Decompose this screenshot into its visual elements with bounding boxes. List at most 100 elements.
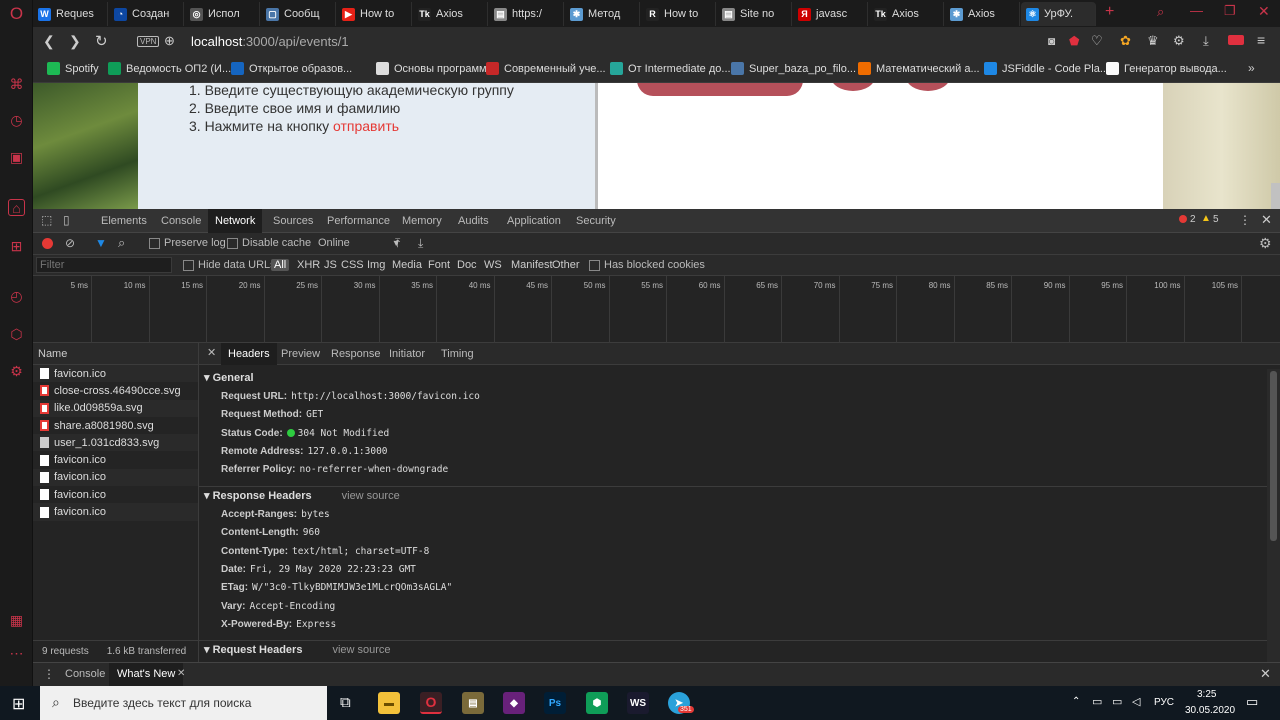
scrollbar-thumb[interactable] (1270, 371, 1277, 541)
request-row[interactable]: favicon.ico (33, 486, 198, 503)
name-column-header[interactable]: Name (33, 343, 198, 365)
maximize-icon[interactable]: ❐ (1224, 3, 1236, 19)
hide-data-urls-checkbox[interactable]: Hide data URLs (183, 259, 276, 271)
browser-tab[interactable]: R How to (641, 2, 716, 26)
drawer-tab-whats-new[interactable]: What's New (109, 663, 184, 686)
view-source-link[interactable]: view source (342, 490, 400, 502)
twitch-icon[interactable]: ▣ (8, 149, 25, 166)
close-drawer-icon[interactable]: ✕ (1260, 666, 1271, 682)
crown-icon[interactable]: ♛ (1147, 33, 1159, 49)
request-row[interactable]: close-cross.46490cce.svg (33, 382, 198, 399)
browser-tab[interactable]: Tk Axios (413, 2, 488, 26)
taskbar-search[interactable]: ⌕ Введите здесь текст для поиска (40, 686, 327, 720)
devtools-close-icon[interactable]: ✕ (1261, 212, 1272, 228)
request-row[interactable]: favicon.ico (33, 365, 198, 383)
windows-start-icon[interactable]: ⊞ (12, 694, 25, 714)
device-toggle-icon[interactable]: ▯ (63, 213, 70, 227)
like-button[interactable] (831, 83, 875, 91)
notifications-icon[interactable]: ▭ (1246, 694, 1258, 710)
bookmark-item[interactable]: JSFiddle - Code Pla... (984, 62, 1109, 75)
request-row[interactable]: user_1.031cd833.svg (33, 434, 198, 452)
close-drawer-tab-icon[interactable]: ✕ (177, 668, 185, 679)
drawer-menu-icon[interactable]: ⋮ (43, 667, 55, 681)
language-indicator[interactable]: РУС (1154, 697, 1174, 708)
visual-studio-icon[interactable]: ◆ (503, 692, 525, 714)
camera-icon[interactable]: ◙ (1048, 34, 1055, 48)
devtools-menu-icon[interactable]: ⋮ (1239, 213, 1251, 227)
history-icon[interactable]: ◴ (8, 288, 25, 305)
tray-chevron-up-icon[interactable]: ⌃ (1072, 696, 1080, 707)
battery-tray-icon[interactable]: ▭ (1112, 695, 1122, 708)
type-filter-other[interactable]: Other (552, 259, 580, 271)
browser-tab[interactable]: W Reques (33, 2, 108, 26)
import-har-icon[interactable]: ⤒ (395, 236, 400, 251)
close-detail-icon[interactable]: ✕ (207, 346, 216, 359)
type-filter-js[interactable]: JS (324, 259, 337, 271)
devtools-tab-sources[interactable]: Sources (266, 209, 320, 233)
request-headers-section-header[interactable]: ▾ Request Headers view source (199, 640, 1267, 658)
extension-icon[interactable]: ✿ (1120, 33, 1131, 49)
speed-icon[interactable]: ◷ (8, 112, 25, 129)
view-source-link[interactable]: view source (332, 644, 390, 656)
error-count[interactable]: 2 (1190, 214, 1196, 225)
browser-tab[interactable]: Яjavasc (793, 2, 868, 26)
volume-icon[interactable]: ◁ (1132, 695, 1140, 708)
request-row[interactable]: favicon.ico (33, 503, 198, 521)
browser-tab[interactable]: ✱ Метод (565, 2, 640, 26)
webstorm-icon[interactable]: WS (627, 692, 649, 714)
type-filter-css[interactable]: CSS (341, 259, 364, 271)
checkbox[interactable] (589, 259, 600, 271)
cube-icon[interactable]: ⬡ (8, 326, 25, 343)
home-icon[interactable]: ⌂ (8, 199, 25, 216)
network-icon[interactable]: ▭ (1092, 695, 1102, 708)
request-row[interactable]: like.0d09859a.svg (33, 399, 198, 417)
request-row[interactable]: favicon.ico (33, 468, 198, 487)
clear-icon[interactable]: ⊘ (65, 236, 75, 250)
network-overview-timeline[interactable]: 5 ms 10 ms 15 ms 20 ms 25 ms 30 ms 35 ms 40 ms 4… (33, 276, 1280, 343)
battery-icon[interactable] (1228, 35, 1244, 45)
url-field[interactable]: localhost:3000/api/events/1 (191, 34, 349, 49)
bookmark-item[interactable]: Математический а... (858, 62, 980, 75)
checkbox[interactable] (183, 259, 194, 271)
type-filter-manifest[interactable]: Manifest (511, 259, 553, 271)
checkbox[interactable] (227, 237, 238, 249)
gamepad-icon[interactable]: ⌘ (8, 76, 25, 93)
inspect-icon[interactable]: ⬚ (41, 213, 52, 227)
back-icon[interactable]: ❮ (43, 33, 55, 50)
close-window-icon[interactable]: ✕ (1258, 3, 1270, 20)
clock-time[interactable]: 3:25 (1197, 689, 1216, 700)
task-view-icon[interactable]: ⧉ (340, 694, 351, 711)
search-tabs-icon[interactable]: ⌕ (1157, 4, 1164, 20)
devtools-tab-elements[interactable]: Elements (94, 209, 154, 233)
browser-tab[interactable]: ✱ Axios (945, 2, 1020, 26)
warning-count[interactable]: 5 (1213, 214, 1219, 225)
filter-icon[interactable]: ▼ (95, 236, 107, 250)
bookmark-item[interactable]: Основы программ... (376, 62, 496, 75)
heart-icon[interactable]: ♡ (1091, 33, 1103, 49)
file-explorer-icon[interactable]: ▬ (378, 692, 400, 714)
type-filter-img[interactable]: Img (367, 259, 385, 271)
devtools-tab-security[interactable]: Security (569, 209, 623, 233)
devtools-tab-performance[interactable]: Performance (320, 209, 397, 233)
minimize-icon[interactable]: — (1190, 3, 1203, 18)
books-icon[interactable]: ▤ (462, 692, 484, 714)
detail-tab-preview[interactable]: Preview (274, 343, 327, 365)
bookmarks-overflow-icon[interactable]: » (1248, 61, 1255, 75)
forward-icon[interactable]: ❯ (69, 33, 81, 50)
blocked-cookies-checkbox[interactable]: Has blocked cookies (589, 259, 705, 271)
request-row[interactable]: favicon.ico (33, 451, 198, 468)
devtools-tab-audits[interactable]: Audits (451, 209, 496, 233)
type-filter-font[interactable]: Font (428, 259, 450, 271)
photoshop-icon[interactable]: Ps (544, 692, 566, 714)
browser-tab[interactable]: ▢ Сообщ (261, 2, 336, 26)
filter-input[interactable] (36, 257, 172, 273)
devtools-tab-memory[interactable]: Memory (395, 209, 449, 233)
bookmark-item[interactable]: Открытое образов... (231, 62, 352, 75)
gear-ext-icon[interactable]: ⚙ (1173, 33, 1185, 49)
new-tab-icon[interactable]: + (1105, 3, 1114, 21)
throttle-select[interactable]: Online ▼ (318, 237, 401, 249)
bookmark-item[interactable]: Ведомость ОП2 (И... (108, 62, 231, 75)
general-section-header[interactable]: ▾ General (199, 369, 1267, 387)
opera-menu-icon[interactable]: O (8, 4, 25, 23)
devtools-tab-network[interactable]: Network (208, 209, 263, 233)
